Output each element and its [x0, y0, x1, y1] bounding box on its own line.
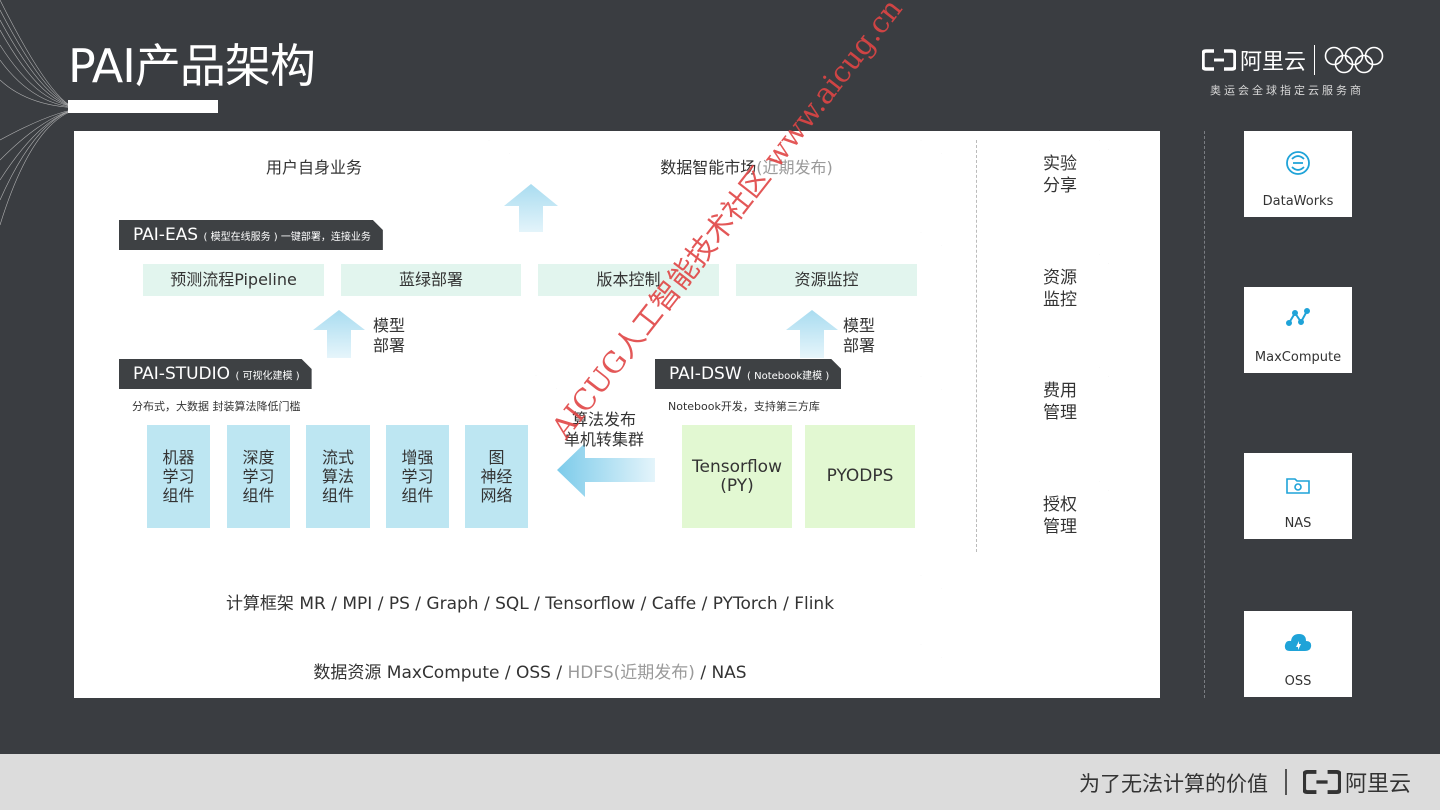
olympic-rings-icon [1324, 46, 1384, 74]
service-nas: NAS [1244, 453, 1352, 539]
service-dataworks: DataWorks [1244, 131, 1352, 217]
footer-logo-text: 阿里云 [1345, 772, 1412, 797]
eas-item-bluegreen: 蓝绿部署 [341, 264, 521, 296]
aliyun-logo: 阿里云 奥运会全球指定云服务商 [1202, 42, 1392, 102]
up-arrow-deploy-left [313, 310, 365, 358]
dsw-tag: PAI-DSW ( Notebook建模 ) [655, 359, 841, 389]
left-arrow-publish [557, 443, 657, 497]
eas-item-monitor: 资源监控 [736, 264, 917, 296]
dataworks-icon [1286, 151, 1310, 175]
nas-icon [1286, 478, 1310, 494]
studio-item-ml: 机器 学习 组件 [147, 425, 210, 528]
data-resource-card: 数据资源 MaxCompute / OSS / HDFS(近期发布) / NAS [118, 644, 942, 693]
side-item-cost: 费用 管理 [1011, 367, 1109, 437]
studio-item-rl: 增强 学习 组件 [386, 425, 449, 528]
dsw-item-pyodps: PYODPS [805, 425, 915, 528]
eas-item-pipeline: 预测流程Pipeline [143, 264, 324, 296]
divider-dashed [976, 140, 977, 552]
up-arrow-market [504, 184, 558, 234]
side-item-experiment: 实验 分享 [1011, 140, 1109, 210]
logo-subtitle: 奥运会全球指定云服务商 [1210, 84, 1364, 97]
studio-desc: 分布式，大数据 封装算法降低门槛 [132, 400, 301, 413]
footer-slogan: 为了无法计算的价值 [1079, 772, 1268, 796]
eas-tag: PAI-EAS ( 模型在线服务 ) 一键部署，连接业务 [119, 220, 383, 250]
service-label: MaxCompute [1254, 350, 1342, 365]
aliyun-mark-icon [1303, 769, 1341, 795]
studio-item-gnn: 图神经 网络 [465, 425, 528, 528]
service-label: OSS [1284, 674, 1312, 689]
service-label: NAS [1284, 516, 1312, 531]
side-item-auth: 授权 管理 [1011, 481, 1109, 551]
studio-item-dl: 深度 学习 组件 [227, 425, 290, 528]
dsw-desc: Notebook开发，支持第三方库 [668, 400, 820, 413]
service-label: DataWorks [1262, 194, 1334, 209]
service-maxcompute: MaxCompute [1244, 287, 1352, 373]
side-item-resource: 资源 监控 [1011, 254, 1109, 324]
logo-text: 阿里云 [1240, 50, 1307, 75]
user-business-card: 用户自身业务 [118, 140, 510, 188]
studio-item-stream: 流式 算法 组件 [306, 425, 370, 528]
services-divider [1204, 131, 1205, 698]
title-underline [68, 100, 218, 113]
maxcompute-icon [1286, 308, 1310, 326]
footer-divider [1285, 769, 1287, 795]
compute-framework-label: 计算框架 MR / MPI / PS / Graph / SQL / Tenso… [225, 594, 835, 614]
compute-framework-card: 计算框架 MR / MPI / PS / Graph / SQL / Tenso… [118, 575, 942, 624]
aliyun-mark-icon [1202, 49, 1236, 71]
data-resource-label: 数据资源 MaxCompute / OSS / HDFS(近期发布) / NAS [313, 663, 747, 683]
studio-tag: PAI-STUDIO ( 可视化建模 ) [119, 359, 312, 389]
dsw-item-tensorflow: Tensorflow (PY) [682, 425, 792, 528]
deploy-left-label: 模型 部署 [373, 316, 406, 355]
slide-title: PAI产品架构 [68, 39, 316, 93]
user-business-label: 用户自身业务 [265, 158, 362, 177]
deploy-right-label: 模型 部署 [843, 316, 876, 355]
footer-logo: 阿里云 [1303, 766, 1411, 798]
oss-icon [1284, 634, 1312, 651]
up-arrow-deploy-right [786, 310, 838, 358]
service-oss: OSS [1244, 611, 1352, 697]
